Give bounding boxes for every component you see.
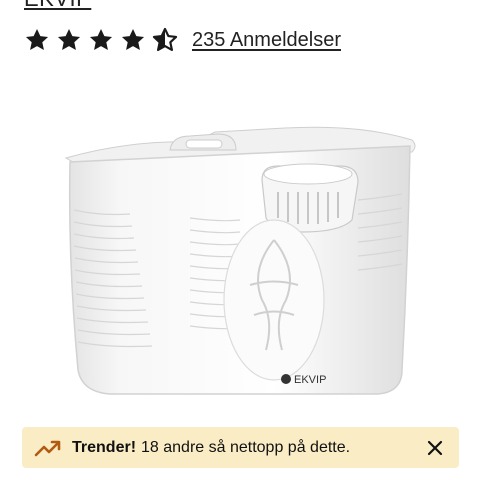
star-rating[interactable] (24, 27, 184, 53)
trending-up-icon (34, 440, 61, 456)
trending-message: 18 andre så nettopp på dette. (141, 438, 351, 456)
close-icon (427, 440, 443, 456)
rating-row: 235 Anmeldelser (24, 25, 341, 55)
product-image[interactable]: EKVIP (40, 110, 440, 420)
trending-text: Trender! 18 andre så nettopp på dette. (72, 438, 350, 458)
trending-title: Trender! (72, 438, 137, 456)
star-icon (57, 28, 81, 50)
review-count-link[interactable]: 235 Anmeldelser (192, 27, 341, 53)
trending-banner: Trender! 18 andre så nettopp på dette. (22, 427, 459, 468)
star-icon (25, 28, 49, 50)
star-icon (89, 28, 113, 50)
brand-link[interactable]: EKVIP (24, 0, 91, 10)
brand-logo-text: EKVIP (294, 374, 326, 386)
star-icon (121, 28, 145, 50)
half-star-icon (152, 27, 178, 52)
close-banner-button[interactable] (423, 436, 447, 460)
